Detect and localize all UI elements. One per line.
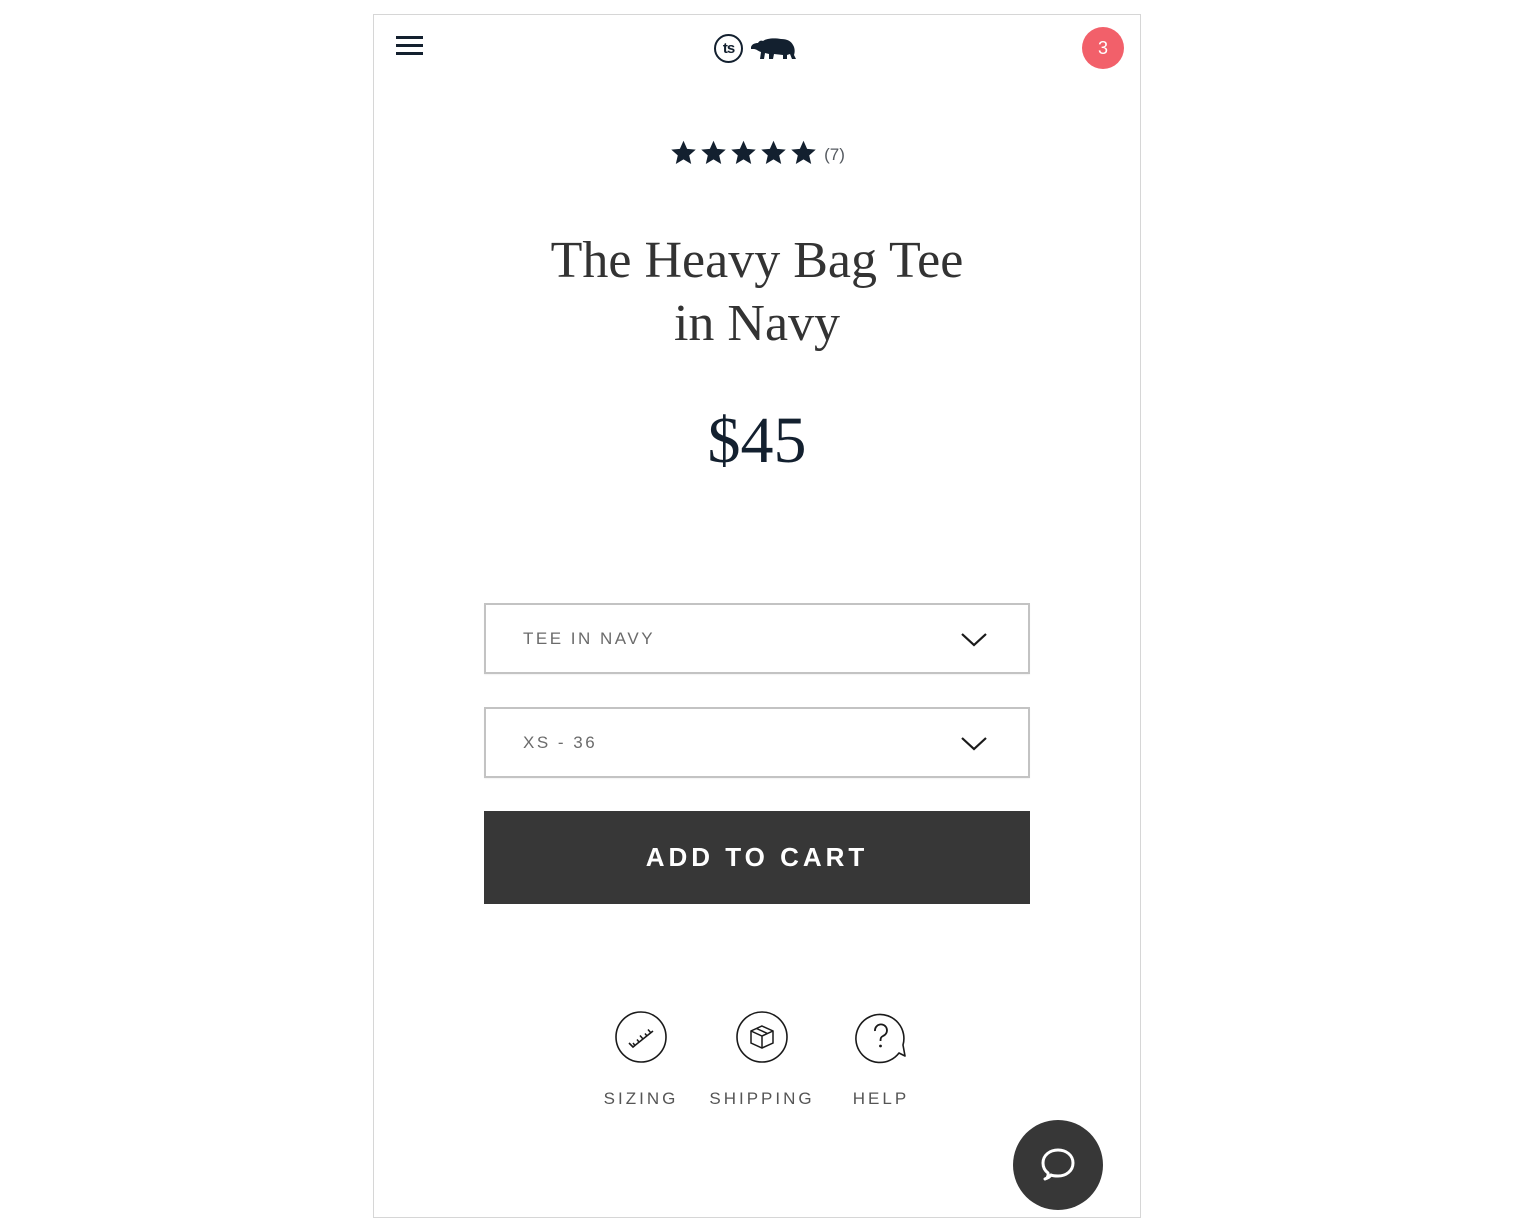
product-title-line1: The Heavy Bag Tee (550, 232, 964, 289)
ruler-icon (615, 1011, 667, 1063)
product-title-line2: in Navy (673, 295, 841, 352)
menu-button[interactable] (396, 35, 424, 59)
box-icon (736, 1011, 788, 1063)
brand-logo[interactable]: ts (714, 32, 804, 64)
star-icon (761, 140, 786, 164)
product-rating[interactable]: (7) (374, 139, 1140, 167)
help-link[interactable]: HELP (826, 1009, 936, 1109)
cart-count-badge[interactable]: 3 (1082, 27, 1124, 69)
sizing-label: SIZING (603, 1089, 679, 1108)
size-select[interactable]: XS - 36 (484, 707, 1030, 778)
chevron-down-icon (961, 633, 987, 647)
product-price: $45 (707, 404, 807, 477)
shipping-link[interactable]: SHIPPING (707, 1009, 817, 1109)
bear-icon (751, 38, 796, 59)
size-select-value: XS - 36 (523, 732, 598, 752)
add-to-cart-button[interactable]: ADD TO CART (484, 811, 1030, 904)
review-count[interactable]: (7) (824, 145, 845, 165)
star-icon (701, 140, 726, 164)
help-label: HELP (852, 1089, 910, 1108)
question-bubble-icon (855, 1013, 906, 1064)
ts-logo-icon: ts (714, 33, 743, 63)
mobile-viewport: ts 3 (7) The Heavy Bag Tee in Navy $45 T… (373, 14, 1141, 1218)
color-select-value: TEE IN NAVY (523, 628, 656, 648)
chat-button[interactable] (1013, 1120, 1103, 1210)
chat-bubble-icon (1041, 1148, 1075, 1181)
hamburger-icon (396, 36, 423, 39)
sizing-link[interactable]: SIZING (586, 1009, 696, 1109)
color-select[interactable]: TEE IN NAVY (484, 603, 1030, 674)
product-title: The Heavy Bag Tee in Navy (374, 229, 1140, 355)
star-icon (671, 140, 696, 164)
star-icon (791, 140, 816, 164)
chevron-down-icon (961, 737, 987, 751)
star-icon (731, 140, 756, 164)
shipping-label: SHIPPING (709, 1089, 815, 1108)
